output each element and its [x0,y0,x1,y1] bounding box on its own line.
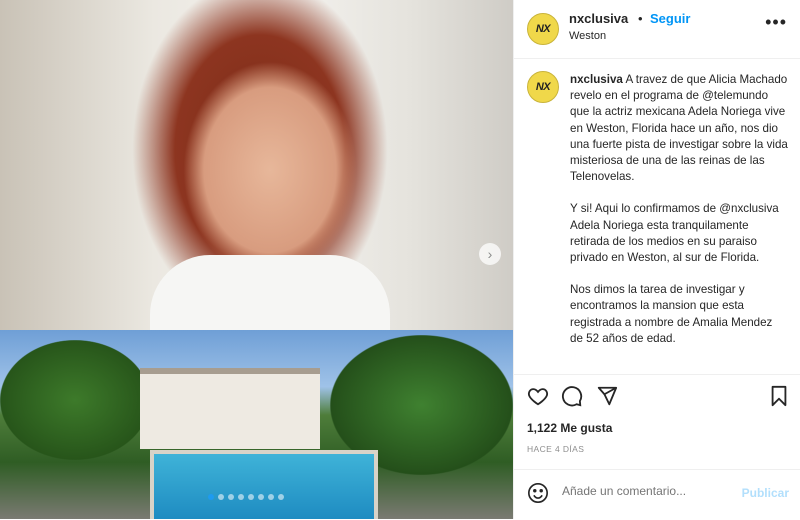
publish-button[interactable]: Publicar [742,486,789,500]
carousel-dot [268,494,274,500]
post-timestamp[interactable]: HACE 4 DÍAS [527,444,584,454]
caption-username[interactable]: nxclusiva [570,73,623,86]
comment-composer: Publicar [514,469,800,520]
username-link[interactable]: nxclusiva [569,11,628,26]
action-bar [514,374,800,415]
portrait-photo [0,0,513,335]
separator-dot: • [638,11,643,26]
avatar-logo-text: NX [535,81,551,93]
caption-scroll-area[interactable]: NX nxclusiva A travez de que Alicia Mach… [514,59,800,373]
post-caption: nxclusiva A travez de que Alicia Machado… [570,72,788,363]
heart-icon[interactable] [527,385,551,409]
avatar[interactable]: NX [527,13,559,45]
carousel-dot [238,494,244,500]
location-link[interactable]: Weston [569,30,606,42]
caption-paragraph-2: Y si! Aqui lo confirmamos de @nxclusiva … [570,202,779,265]
carousel-dot [278,494,284,500]
mansion [140,368,320,449]
avatar[interactable]: NX [527,71,559,103]
caption-paragraph-1: A travez de que Alicia Machado revelo en… [570,73,788,184]
bookmark-icon[interactable] [769,385,793,409]
chevron-right-icon[interactable]: › [479,243,501,265]
carousel-dot [208,494,214,500]
share-icon[interactable] [596,385,620,409]
comment-icon[interactable] [561,385,585,409]
instagram-post-view: › NX nxclusiva • Seguir Weston ••• NX nx… [0,0,800,519]
follow-button[interactable]: Seguir [650,11,690,26]
pool [150,450,378,519]
carousel-dot [218,494,224,500]
avatar-logo-text: NX [535,23,551,35]
palm-trees-left [0,340,150,460]
more-horizontal-icon[interactable]: ••• [765,12,787,33]
likes-count[interactable]: 1,122 Me gusta [527,421,612,435]
post-details-panel: NX nxclusiva • Seguir Weston ••• NX nxcl… [513,0,800,519]
emoji-icon[interactable] [527,482,551,506]
post-header: NX nxclusiva • Seguir Weston ••• [514,0,800,59]
white-shirt [150,255,390,335]
comment-input[interactable] [562,484,732,498]
carousel-dot [228,494,234,500]
carousel-dot [258,494,264,500]
carousel-indicator [208,494,284,500]
post-media-carousel[interactable]: › [0,0,513,519]
caption-paragraph-3: Nos dimos la tarea de investigar y encon… [570,283,773,345]
carousel-dot [248,494,254,500]
